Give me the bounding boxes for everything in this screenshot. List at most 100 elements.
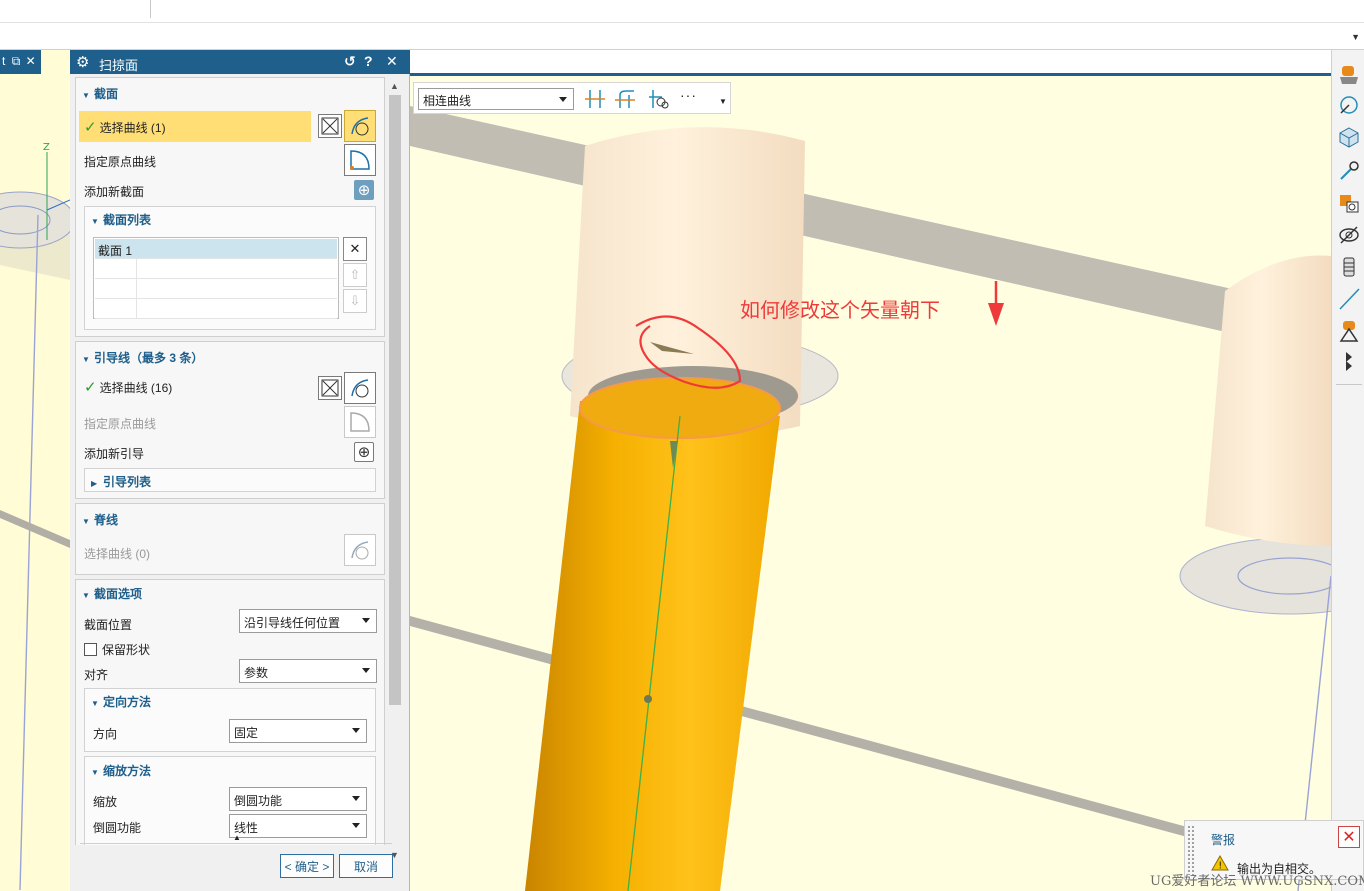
part-navigator-tab[interactable]: t ⧉ ✕ <box>0 50 41 74</box>
spine-group-header[interactable]: ▼ 脊线 <box>82 511 118 529</box>
align-label: 对齐 <box>84 668 109 682</box>
model-scene-svg[interactable] <box>410 76 1331 891</box>
checkbox-square[interactable] <box>84 643 97 656</box>
list-item-label <box>95 299 137 319</box>
section-reverse-direction-button[interactable] <box>318 114 342 138</box>
cube-icon <box>1339 127 1359 148</box>
line-tool-icon[interactable] <box>1336 286 1362 312</box>
collapse-triangle-icon: ▶ <box>91 479 98 488</box>
swept-top-edge[interactable] <box>578 376 782 440</box>
stop-at-intersection-tool[interactable] <box>582 88 608 110</box>
roles-icon[interactable] <box>1336 254 1362 280</box>
alert-drag-grip[interactable] <box>1187 825 1195 875</box>
history-icon[interactable] <box>1336 190 1362 216</box>
move-down-button[interactable]: ⇩ <box>343 289 367 313</box>
guide-select-curve[interactable]: ✓ 选择曲线 (16) <box>84 378 172 396</box>
resource-bar <box>1331 50 1364 891</box>
reuse-library-icon[interactable] <box>1336 158 1362 184</box>
scale-select[interactable]: 倒圆功能 <box>229 787 367 811</box>
section-options-header[interactable]: ▼ 截面选项 <box>82 585 142 603</box>
origin-curve-icon <box>350 150 370 170</box>
chain-in-feature-tool[interactable] <box>646 88 672 110</box>
chevron-down-icon <box>362 618 370 623</box>
resource-bar-expand-icon[interactable] <box>1336 348 1362 374</box>
curve-rule-select[interactable]: 相连曲线 <box>418 88 574 110</box>
section-curve-selector-button[interactable] <box>344 110 376 142</box>
move-up-button[interactable]: ⇧ <box>343 263 367 287</box>
add-section-plus-icon[interactable]: ⊕ <box>354 180 374 200</box>
list-item[interactable] <box>95 279 337 299</box>
help-icon[interactable]: ? <box>364 53 373 69</box>
guide-curve-selector-button[interactable] <box>344 372 376 404</box>
curve-rule-value: 相连曲线 <box>423 94 472 108</box>
section-select-curve[interactable]: ✓ 选择曲线 (1) <box>84 118 166 136</box>
keep-shape-checkbox[interactable]: 保留形状 <box>84 641 150 658</box>
section-list-header[interactable]: ▼ 截面列表 <box>91 211 151 229</box>
guide-reverse-direction-button[interactable] <box>318 376 342 400</box>
scrollbar-thumb[interactable] <box>389 95 401 705</box>
list-item[interactable]: 截面 1 <box>95 239 337 259</box>
more-tools-icon[interactable]: ··· <box>680 87 697 103</box>
graphics-viewport[interactable]: 相连曲线 ··· ▼ 如何修改这个矢量朝下 <box>410 50 1331 891</box>
scale-value: 倒圆功能 <box>234 794 283 808</box>
parts-stack-icon <box>1340 66 1358 84</box>
section-position-select[interactable]: 沿引导线任何位置 <box>239 609 377 633</box>
spine-curve-selector-button[interactable] <box>344 534 376 566</box>
part-navigator-icon[interactable] <box>1336 124 1362 150</box>
section-group: ▼ 截面 ✓ 选择曲线 (1) 指定原点曲线 添加新截面 ⊕ ▼ 截面列表 截面… <box>75 77 385 337</box>
keep-shape-label: 保留形状 <box>102 643 151 657</box>
ribbon-collapse-caret-icon[interactable]: ▼ <box>1351 32 1360 42</box>
watermark: UG爱好者论坛 WWW.UGSNX.COM <box>1150 874 1364 889</box>
visibility-icon[interactable] <box>1336 222 1362 248</box>
cancel-button[interactable]: 取消 <box>339 854 393 878</box>
section-options-group: ▼ 截面选项 截面位置 沿引导线任何位置 保留形状 对齐 参数 ▼ 定向方法 方向 … <box>75 579 385 845</box>
section-origin-curve-button[interactable] <box>344 144 376 176</box>
spine-select-curve[interactable]: 选择曲线 (0) <box>84 545 150 562</box>
left-graphics-svg: Z <box>0 50 70 891</box>
chevron-down-icon <box>559 97 567 102</box>
undock-icon[interactable]: ⧉ <box>12 54 21 68</box>
process-studio-icon[interactable] <box>1336 318 1362 344</box>
guide-point[interactable] <box>644 695 652 703</box>
chain-icon <box>649 90 669 109</box>
scaling-header[interactable]: ▼ 缩放方法 <box>91 762 151 780</box>
scaling-title: 缩放方法 <box>103 764 152 778</box>
constraint-navigator-icon[interactable] <box>1336 92 1362 118</box>
follow-fillet-tool[interactable] <box>612 88 638 110</box>
reverse-direction-icon <box>321 379 339 397</box>
guide-list-header[interactable]: ▶ 引导列表 <box>91 473 151 491</box>
list-item[interactable] <box>95 259 337 279</box>
section-group-header[interactable]: ▼ 截面 <box>82 85 118 103</box>
eye-hidden-icon <box>1339 226 1359 244</box>
orientation-header[interactable]: ▼ 定向方法 <box>91 693 151 711</box>
dialog-title: 扫掠面 <box>99 58 139 73</box>
toolbar-dropdown-icon[interactable]: ▼ <box>719 97 727 106</box>
close-tab-icon[interactable]: ✕ <box>26 54 36 68</box>
remove-section-button[interactable]: ✕ <box>343 237 367 261</box>
add-guide-plus-icon[interactable]: ⊕ <box>354 442 374 462</box>
ok-button[interactable]: < 确定 > <box>280 854 334 878</box>
guide-group-header[interactable]: ▼ 引导线（最多 3 条） <box>82 349 203 367</box>
align-select[interactable]: 参数 <box>239 659 377 683</box>
section-list: 截面 1 <box>93 237 339 319</box>
direction-label: 方向 <box>93 727 118 741</box>
fillet-function-select[interactable]: 线性 <box>229 814 367 838</box>
alert-close-button[interactable]: ✕ <box>1338 826 1360 848</box>
history-stack-icon <box>1340 195 1359 213</box>
collapse-grip-icon[interactable]: ▲ <box>233 833 241 842</box>
guide-group: ▼ 引导线（最多 3 条） ✓ 选择曲线 (16) 指定原点曲线 添加新引导 ⊕ ▶… <box>75 341 385 499</box>
chevron-down-icon <box>352 728 360 733</box>
guide-select-curve-label: 选择曲线 (16) <box>99 381 173 395</box>
list-item[interactable] <box>95 299 337 319</box>
spine-group-title: 脊线 <box>94 513 119 527</box>
scroll-up-icon[interactable]: ▲ <box>390 81 399 91</box>
footer-divider <box>80 843 392 844</box>
direction-select[interactable]: 固定 <box>229 719 367 743</box>
selection-toolbar: 相连曲线 ··· ▼ <box>413 82 731 114</box>
expand-triangle-icon: ▼ <box>82 355 90 364</box>
close-icon[interactable]: ✕ <box>386 53 398 70</box>
guide-origin-curve-button[interactable] <box>344 406 376 438</box>
dialog-scrollbar[interactable]: ▲ ▼ <box>386 77 404 862</box>
reset-icon[interactable]: ↺ <box>344 53 356 70</box>
assembly-navigator-icon[interactable] <box>1336 62 1362 88</box>
